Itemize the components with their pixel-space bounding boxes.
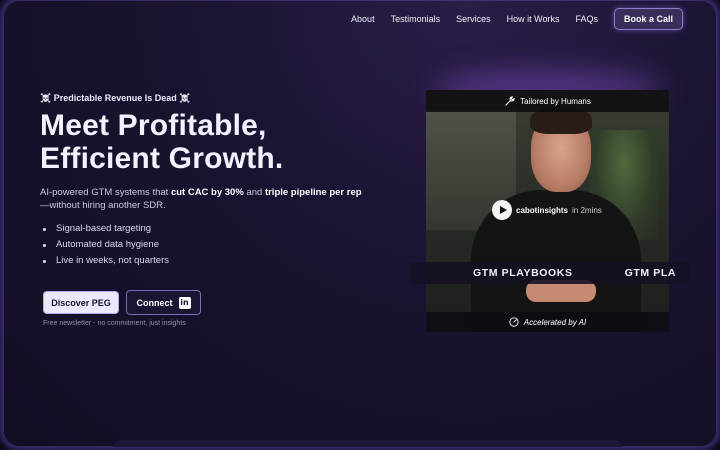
speedometer-icon xyxy=(509,317,519,327)
nav-link-services[interactable]: Services xyxy=(456,14,491,24)
feature-list: Signal-based targeting Automated data hy… xyxy=(40,223,169,271)
hero-kicker: ☠️ Predictable Revenue Is Dead ☠️ xyxy=(40,93,191,103)
sub-highlight-cac: cut CAC by 30% xyxy=(170,187,244,198)
discover-peg-button[interactable]: Discover PEG xyxy=(43,291,119,314)
sub-text-3: —without hiring another SDR. xyxy=(40,200,166,211)
next-section-peek xyxy=(113,440,623,447)
hero-subheadline: AI-powered GTM systems that cut CAC by 3… xyxy=(40,186,370,212)
nav-link-how-it-works[interactable]: How it Works xyxy=(507,14,560,24)
nav-link-about[interactable]: About xyxy=(351,14,375,24)
feature-item: Signal-based targeting xyxy=(40,223,169,239)
hero-headline: Meet Profitable, Efficient Growth. xyxy=(40,109,283,175)
headline-line-1: Meet Profitable, xyxy=(40,109,267,142)
sub-text-1: AI-powered GTM systems that xyxy=(40,187,171,198)
book-call-button[interactable]: Book a Call xyxy=(613,8,683,30)
ribbon-item: GTM PLAYBOOKS xyxy=(473,267,573,279)
feature-item: Live in weeks, not quarters xyxy=(40,255,169,271)
tailored-label: Tailored by Humans xyxy=(520,96,591,106)
video-handle: cabotinsights xyxy=(516,205,569,215)
wrench-hand-icon xyxy=(505,95,515,106)
video-bottom-bar: Accelerated by AI xyxy=(426,312,669,332)
top-nav: About Testimonials Services How it Works… xyxy=(335,8,683,30)
linkedin-icon: in xyxy=(178,296,191,309)
play-icon[interactable] xyxy=(492,200,512,220)
sub-text-2: and xyxy=(243,187,265,198)
page-frame: About Testimonials Services How it Works… xyxy=(3,0,717,447)
playbooks-ribbon: GTM PLAYBOOKS GTM PLA xyxy=(411,262,689,284)
feature-item: Automated data hygiene xyxy=(40,239,169,255)
accelerated-label: Accelerated by AI xyxy=(523,317,587,327)
headline-line-2: Efficient Growth. xyxy=(40,142,284,175)
newsletter-note: Free newsletter - no commitment, just in… xyxy=(43,320,186,327)
video-play-control[interactable]: cabotinsights in 2mins xyxy=(492,200,602,220)
nav-link-testimonials[interactable]: Testimonials xyxy=(391,14,441,24)
connect-linkedin-button[interactable]: Connect in xyxy=(126,290,201,315)
ribbon-item: GTM PLA xyxy=(624,267,677,279)
video-top-bar: Tailored by Humans xyxy=(426,90,669,112)
nav-link-faqs[interactable]: FAQs xyxy=(575,14,598,24)
video-duration: in 2mins xyxy=(572,205,602,215)
video-card[interactable]: Tailored by Humans cabotinsights in 2min… xyxy=(426,90,669,332)
sub-highlight-pipeline: triple pipeline per rep xyxy=(264,187,362,198)
connect-label: Connect xyxy=(136,297,173,308)
